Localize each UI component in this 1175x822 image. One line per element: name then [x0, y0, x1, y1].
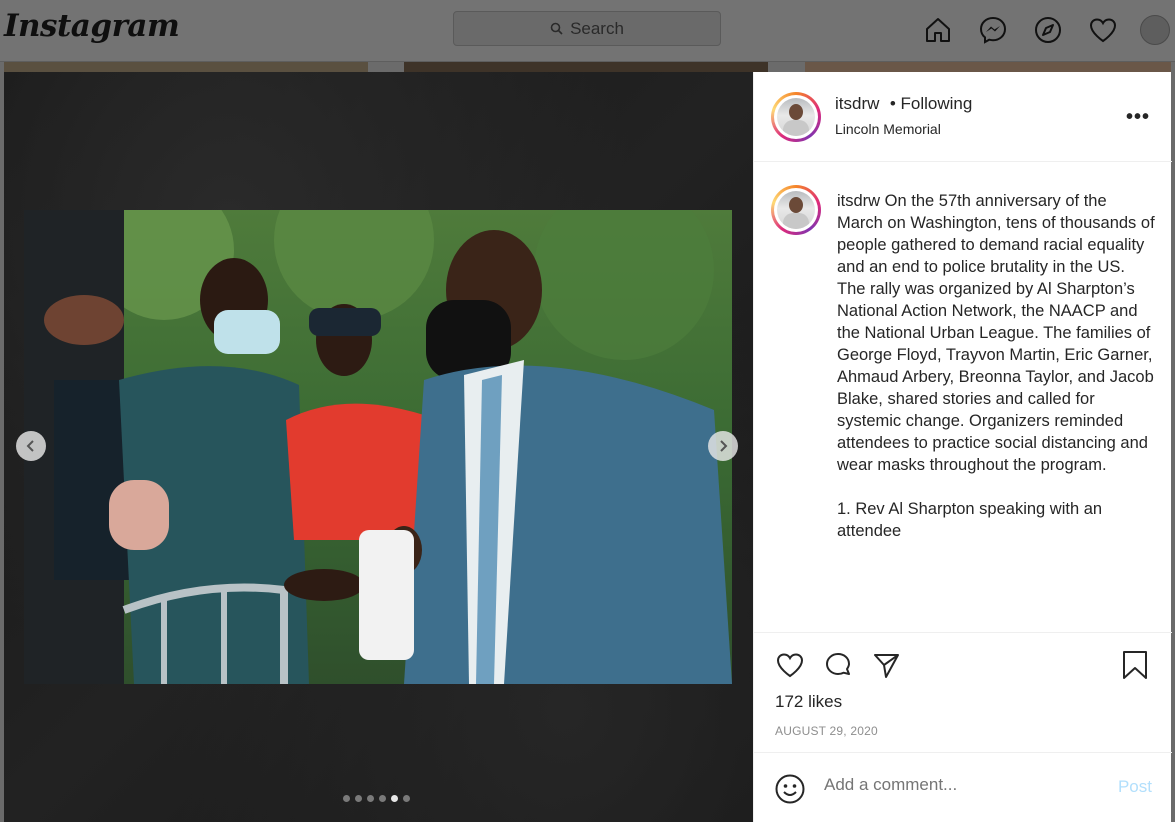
post-comment-button[interactable]: Post [1118, 777, 1152, 797]
more-options-icon[interactable]: ••• [1126, 106, 1150, 129]
author-username[interactable]: itsdrw [835, 94, 879, 113]
chevron-right-icon [720, 440, 728, 452]
caption-username[interactable]: itsdrw [837, 192, 880, 210]
carousel-dot [391, 795, 398, 802]
chevron-left-icon [26, 440, 34, 452]
caption-section: itsdrw On the 57th anniversary of the Ma… [754, 163, 1172, 633]
carousel-dot [379, 795, 386, 802]
author-avatar[interactable] [771, 92, 821, 142]
top-nav: Instagram Search [0, 0, 1175, 62]
post-media [4, 72, 753, 822]
caption-text: On the 57th anniversary of the March on … [837, 192, 1155, 540]
search-icon [550, 22, 563, 35]
post-date: AUGUST 29, 2020 [775, 724, 878, 738]
like-heart-icon[interactable] [774, 649, 806, 681]
post-location[interactable]: Lincoln Memorial [835, 121, 941, 137]
explore-icon[interactable] [1030, 12, 1066, 48]
carousel-indicator [343, 795, 410, 802]
instagram-logo[interactable]: Instagram [4, 8, 180, 44]
carousel-dot [367, 795, 374, 802]
carousel-dot [343, 795, 350, 802]
feed-thumbnail [4, 62, 368, 72]
post-details: itsdrw • Following Lincoln Memorial ••• … [753, 72, 1172, 822]
comment-icon[interactable] [822, 649, 854, 681]
home-icon[interactable] [920, 12, 956, 48]
search-box[interactable]: Search [453, 11, 721, 46]
search-placeholder: Search [570, 18, 624, 38]
like-count[interactable]: 172 likes [775, 692, 842, 712]
post-caption: itsdrw On the 57th anniversary of the Ma… [837, 190, 1157, 542]
carousel-prev-button[interactable] [16, 431, 46, 461]
feed-thumbnail [805, 62, 1171, 72]
carousel-dot [403, 795, 410, 802]
share-icon[interactable] [870, 649, 902, 681]
bookmark-icon[interactable] [1119, 649, 1151, 681]
comment-input[interactable] [824, 775, 1084, 795]
carousel-next-button[interactable] [708, 431, 738, 461]
profile-avatar[interactable] [1140, 15, 1170, 45]
emoji-icon[interactable] [774, 773, 806, 805]
carousel-dot [355, 795, 362, 802]
messenger-icon[interactable] [975, 12, 1011, 48]
post-header: itsdrw • Following Lincoln Memorial ••• [754, 72, 1172, 162]
feed-thumbnail [404, 62, 768, 72]
activity-heart-icon[interactable] [1085, 12, 1121, 48]
post-photo [24, 210, 732, 684]
comment-bar: Post [754, 752, 1172, 822]
caption-author-avatar[interactable] [771, 185, 821, 235]
follow-status[interactable]: • Following [890, 94, 973, 113]
